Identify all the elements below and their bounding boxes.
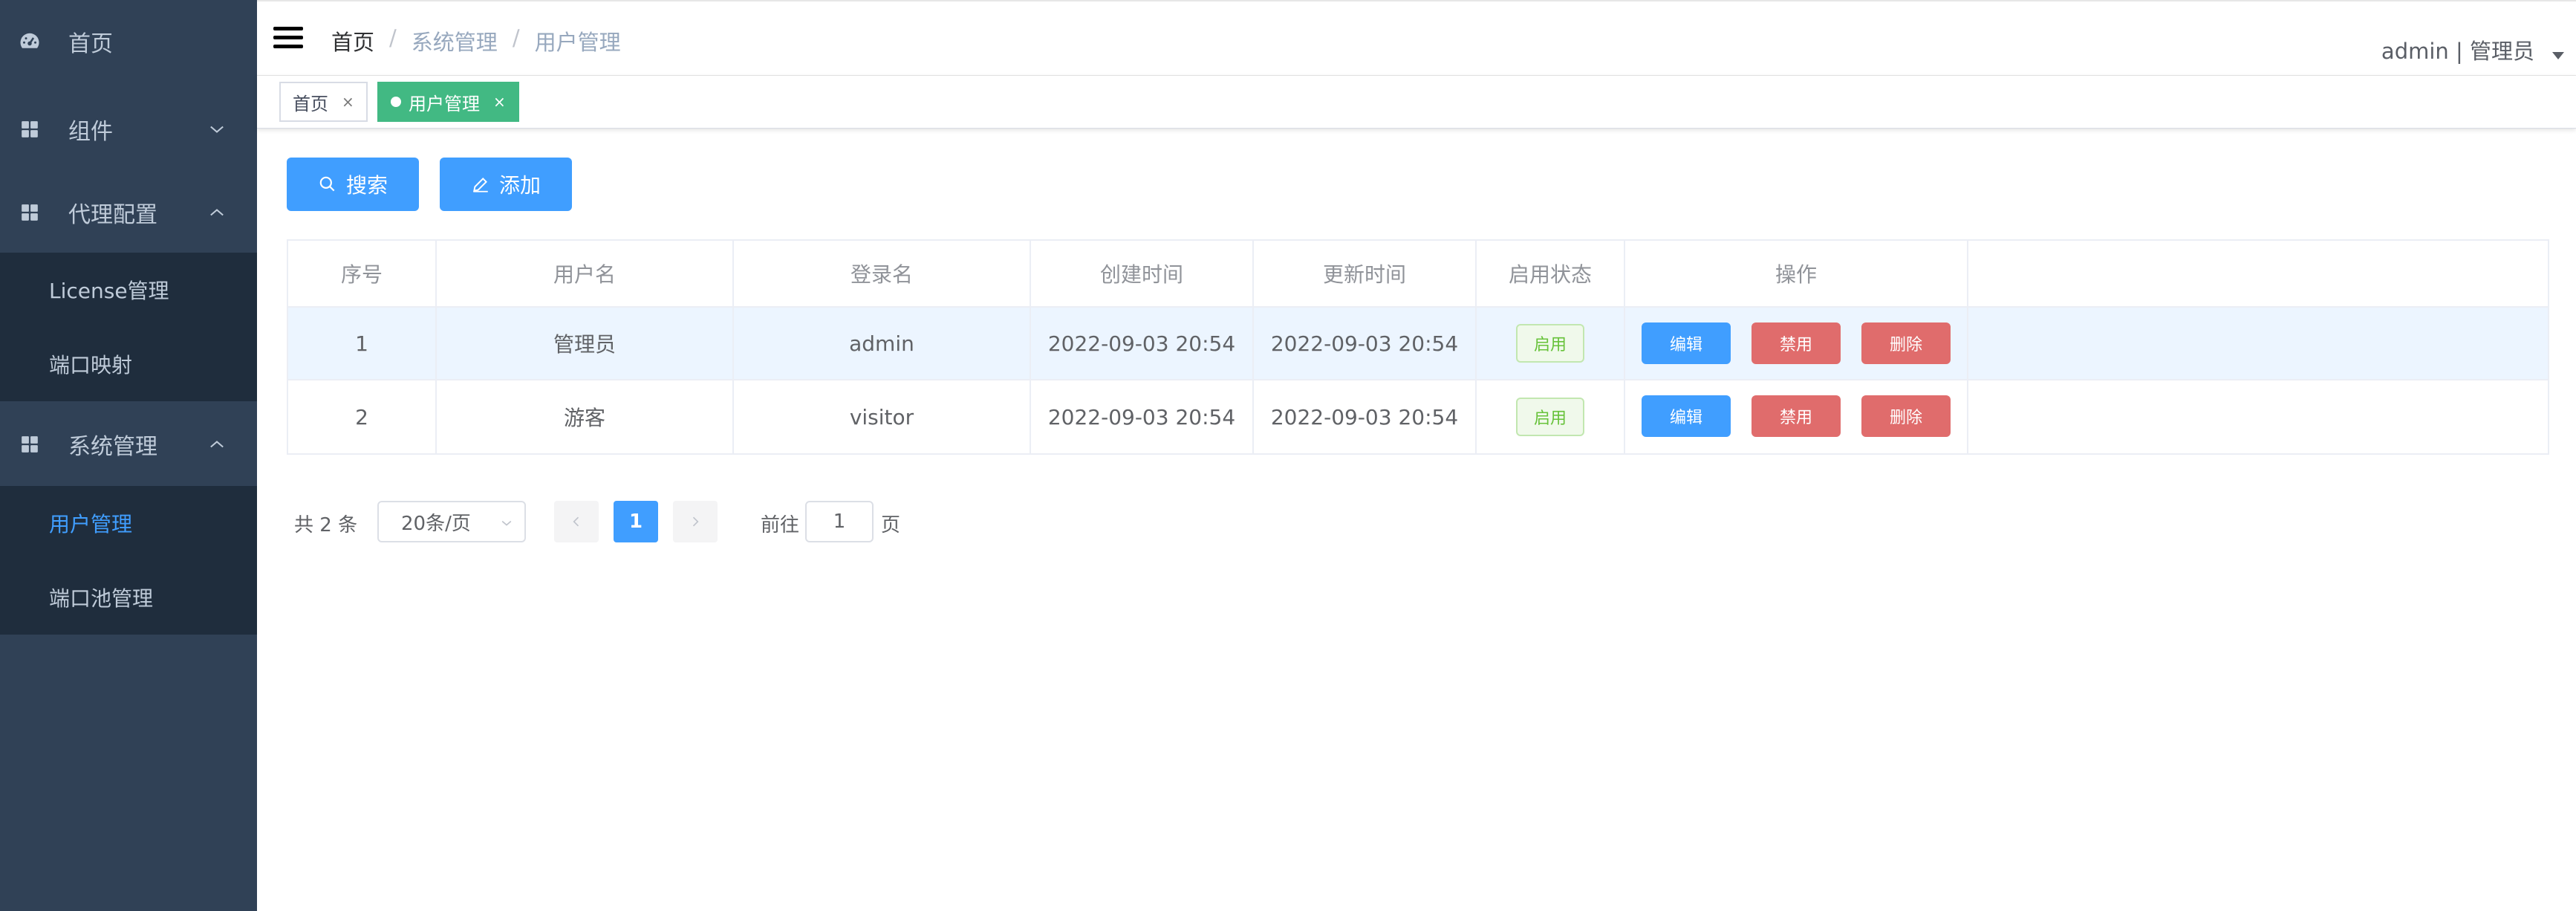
sidebar-item-license[interactable]: License管理 — [0, 253, 257, 327]
user-menu[interactable]: admin | 管理员 — [2381, 34, 2534, 65]
sidebar-item-port-mapping[interactable]: 端口映射 — [0, 327, 257, 401]
chevron-right-icon — [692, 516, 699, 527]
page-size-value: 20条/页 — [401, 512, 471, 535]
search-button[interactable]: 搜索 — [287, 158, 419, 211]
sidebar-item-system[interactable]: 系统管理 — [0, 403, 257, 486]
caret-down-icon[interactable] — [2552, 52, 2564, 59]
sidebar-item-port-pool[interactable]: 端口池管理 — [0, 560, 257, 635]
close-icon[interactable]: × — [493, 93, 506, 111]
tags-view: 首页 × 用户管理 × — [257, 76, 2576, 129]
breadcrumb-item: 系统管理 — [411, 30, 498, 55]
pagination-total: 共 2 条 — [294, 514, 358, 536]
submenu-system: 用户管理 端口池管理 — [0, 486, 257, 635]
tag-user-management[interactable]: 用户管理 × — [377, 82, 519, 122]
breadcrumb-item[interactable]: 首页 — [331, 25, 374, 56]
sidebar-item-home[interactable]: 首页 — [0, 0, 257, 83]
cell-index: 2 — [288, 380, 437, 453]
sidebar-item-label: 端口映射 — [49, 353, 133, 377]
next-page-button[interactable] — [673, 501, 718, 542]
goto-label: 前往 — [761, 514, 800, 536]
search-icon — [319, 176, 335, 192]
status-badge: 启用 — [1516, 398, 1584, 436]
table-row[interactable]: 1 管理员 admin 2022-09-03 20:54 2022-09-03 … — [288, 308, 2548, 380]
sidebar: 首页 组件 代理配置 License管理 端口映射 系统管理 用户管理 端口池管… — [0, 0, 257, 911]
sidebar-item-label: 系统管理 — [68, 434, 157, 460]
search-button-label: 搜索 — [345, 173, 388, 198]
sidebar-item-label: 组件 — [68, 119, 113, 145]
submenu-proxy-config: License管理 端口映射 — [0, 253, 257, 401]
breadcrumb-item: 用户管理 — [534, 30, 621, 55]
sidebar-item-user-management[interactable]: 用户管理 — [0, 486, 257, 560]
tag-label: 首页 — [293, 93, 328, 114]
page-number[interactable]: 1 — [614, 501, 658, 542]
hamburger-menu-icon[interactable] — [273, 27, 303, 49]
grid-icon — [18, 201, 42, 224]
cell-login: visitor — [734, 380, 1031, 453]
cell-login: admin — [734, 308, 1031, 379]
cell-actions: 编辑 禁用 删除 — [1625, 308, 1968, 379]
chevron-up-icon — [210, 441, 224, 448]
table-header-cell: 用户名 — [437, 241, 734, 306]
sidebar-item-label: 首页 — [68, 31, 113, 57]
user-table: 序号 用户名 登录名 创建时间 更新时间 启用状态 操作 1 管理员 admin… — [287, 239, 2549, 455]
page-size-select[interactable]: 20条/页 — [377, 501, 526, 542]
cell-username: 管理员 — [437, 308, 734, 379]
cell-updated: 2022-09-03 20:54 — [1254, 380, 1477, 453]
table-header-cell: 登录名 — [734, 241, 1031, 306]
tag-home[interactable]: 首页 × — [279, 82, 368, 122]
table-header-cell: 序号 — [288, 241, 437, 306]
table-header-cell: 创建时间 — [1031, 241, 1254, 306]
grid-icon — [18, 432, 42, 456]
disable-button[interactable]: 禁用 — [1752, 322, 1841, 364]
sidebar-item-components[interactable]: 组件 — [0, 88, 257, 171]
grid-icon — [18, 117, 42, 141]
breadcrumb-separator: / — [512, 25, 520, 51]
cell-updated: 2022-09-03 20:54 — [1254, 308, 1477, 379]
edit-button[interactable]: 编辑 — [1642, 395, 1731, 437]
sidebar-item-proxy-config[interactable]: 代理配置 — [0, 171, 257, 254]
disable-button[interactable]: 禁用 — [1752, 395, 1841, 437]
goto-page-input[interactable]: 1 — [805, 501, 874, 542]
table-header-cell: 启用状态 — [1477, 241, 1625, 306]
close-icon[interactable]: × — [342, 93, 354, 111]
table-header-row: 序号 用户名 登录名 创建时间 更新时间 启用状态 操作 — [288, 241, 2548, 308]
add-button[interactable]: 添加 — [440, 158, 572, 211]
breadcrumb: 首页 / 系统管理 / 用户管理 — [331, 25, 621, 56]
chevron-left-icon — [573, 516, 579, 527]
dashboard-icon — [18, 30, 42, 54]
sidebar-item-label: 端口池管理 — [49, 586, 154, 611]
table-header-cell: 操作 — [1625, 241, 1968, 306]
prev-page-button[interactable] — [554, 501, 599, 542]
table-header-cell: 更新时间 — [1254, 241, 1477, 306]
cell-index: 1 — [288, 308, 437, 379]
navbar: 首页 / 系统管理 / 用户管理 admin | 管理员 — [257, 0, 2576, 76]
cell-username: 游客 — [437, 380, 734, 453]
breadcrumb-separator: / — [389, 25, 397, 51]
cell-created: 2022-09-03 20:54 — [1031, 308, 1254, 379]
cell-actions: 编辑 禁用 删除 — [1625, 380, 1968, 453]
chevron-down-icon — [501, 520, 512, 526]
tag-label: 用户管理 — [409, 93, 480, 114]
cell-status: 启用 — [1477, 308, 1625, 379]
sidebar-item-label: License管理 — [49, 279, 169, 303]
cell-created: 2022-09-03 20:54 — [1031, 380, 1254, 453]
delete-button[interactable]: 删除 — [1861, 395, 1951, 437]
cell-status: 启用 — [1477, 380, 1625, 453]
table-row[interactable]: 2 游客 visitor 2022-09-03 20:54 2022-09-03… — [288, 380, 2548, 453]
edit-icon — [473, 178, 488, 192]
delete-button[interactable]: 删除 — [1861, 322, 1951, 364]
active-dot-icon — [391, 97, 401, 107]
chevron-up-icon — [210, 209, 224, 216]
sidebar-item-label: 用户管理 — [49, 512, 133, 536]
page-suffix: 页 — [881, 514, 901, 536]
add-button-label: 添加 — [498, 173, 541, 198]
sidebar-item-label: 代理配置 — [68, 202, 157, 228]
status-badge: 启用 — [1516, 324, 1584, 363]
edit-button[interactable]: 编辑 — [1642, 322, 1731, 364]
chevron-down-icon — [210, 126, 224, 133]
